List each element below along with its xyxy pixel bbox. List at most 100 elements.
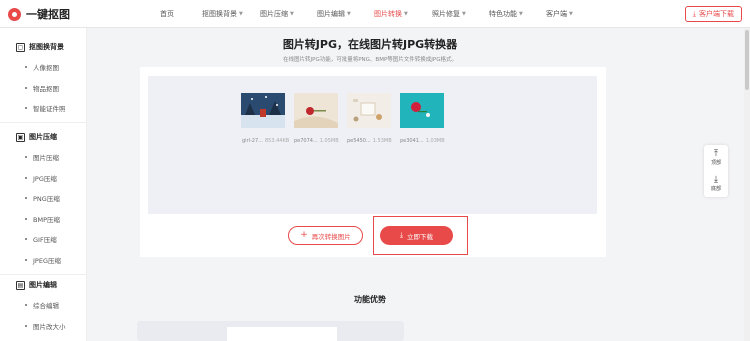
sidebar-item[interactable]: 图片压缩: [0, 147, 86, 168]
sidebar-item[interactable]: BMP压缩: [0, 209, 86, 230]
thumbnail-winter-scene[interactable]: [241, 93, 285, 128]
download-now-button[interactable]: ⤓ 立即下载: [380, 226, 453, 245]
file-name: pe7074...: [294, 138, 318, 144]
file-caption: pe3041... 1.03MB: [400, 138, 445, 144]
arrow-down-to-line-icon: ⤓: [714, 175, 718, 185]
float-toolbar: ⤒ 顶部 ⤓ 底部: [704, 145, 728, 197]
group-title-text: 图片编辑: [29, 281, 57, 289]
download-now-label: 立即下载: [407, 232, 434, 241]
file-size: 853.44KB: [264, 138, 290, 144]
page-subtitle: 在线图片转JPG功能，可批量将PNG、BMP等图片文件转换成JPG格式。: [283, 57, 457, 63]
file-name: girl-27...: [242, 138, 263, 144]
top-nav-bar: 一键抠图 首页 抠图换背景 ▼ 图片压缩 ▼ 图片编辑 ▼ 图片转换 ▼ 照片修复 ▼ 特…: [0, 0, 750, 28]
top-label: 顶部: [710, 160, 721, 166]
nav-item-special[interactable]: 特色功能 ▼: [477, 0, 534, 28]
sidebar-item-label: 智能证件照: [33, 105, 66, 114]
sidebar-item-label: JPG压缩: [33, 174, 57, 183]
download-client-button[interactable]: ⤓ 客户端下载: [684, 6, 742, 22]
sidebar-item[interactable]: 人像抠图: [0, 57, 86, 78]
nav-item-convert[interactable]: 图片转换 ▼: [362, 0, 420, 28]
sidebar-item-label: PNG压缩: [33, 195, 60, 204]
site-logo[interactable]: 一键抠图: [8, 6, 70, 22]
bullet: [25, 217, 27, 220]
sidebar-item-label: GIF压缩: [33, 236, 57, 245]
edit-icon: ▤: [16, 280, 25, 290]
bullet: [25, 258, 27, 261]
nav-item-cutout[interactable]: 抠图换背景 ▼: [190, 0, 248, 28]
thumbnail-flower-on-teal[interactable]: [400, 93, 444, 128]
sidebar-item[interactable]: PNG压缩: [0, 188, 86, 209]
file-caption: pe7074... 1.05MB: [294, 138, 339, 144]
sidebar-group-title[interactable]: ▢ 抠图换背景: [0, 37, 86, 57]
download-icon: ⤓: [692, 10, 696, 18]
sidebar-group-title[interactable]: ▤ 图片编辑: [0, 275, 86, 295]
sidebar-item-label: 综合编辑: [33, 302, 59, 311]
to-bottom-button[interactable]: ⤓ 底部: [704, 172, 728, 196]
back-to-top-button[interactable]: ⤒ 顶部: [704, 146, 728, 170]
section-title-features: 功能优势: [354, 295, 386, 304]
logo-text: 一键抠图: [26, 8, 70, 21]
bullet: [25, 86, 27, 89]
feature-preview-image: [137, 321, 404, 341]
bullet: [25, 197, 27, 200]
nav-label: 客户端: [546, 10, 567, 18]
sidebar-item[interactable]: GIF压缩: [0, 229, 86, 250]
sidebar-item[interactable]: JPG压缩: [0, 168, 86, 189]
bullet: [25, 66, 27, 69]
nav-item-client[interactable]: 客户端 ▼: [534, 0, 589, 28]
thumbnail-rose-on-cream[interactable]: [294, 93, 338, 128]
sidebar-group-title[interactable]: ▣ 图片压缩: [0, 127, 86, 147]
sidebar-group-cutout: ▢ 抠图换背景 人像抠图 物品抠图 智能证件照: [0, 37, 86, 119]
file-size: 1.03MB: [425, 138, 445, 144]
sidebar-item[interactable]: 综合编辑: [0, 295, 86, 316]
nav-label: 首页: [160, 10, 174, 18]
thumbnail-gift-flatlay[interactable]: [347, 93, 391, 128]
sidebar-item-label: JPEG压缩: [33, 256, 61, 265]
nav-label: 抠图换背景: [202, 10, 237, 18]
file-caption: pe5450... 1.53MB: [347, 138, 392, 144]
sidebar-group-compress: ▣ 图片压缩 图片压缩 JPG压缩 PNG压缩 BMP压缩 GIF压缩 JPEG压…: [0, 127, 86, 271]
sidebar-item[interactable]: 智能证件照: [0, 98, 86, 119]
nav-label: 照片修复: [432, 10, 460, 18]
sidebar-item[interactable]: JPEG压缩: [0, 250, 86, 271]
bullet: [25, 156, 27, 159]
nav-label: 图片转换: [374, 10, 402, 18]
divider: [0, 122, 86, 123]
arrow-up-to-line-icon: ⤒: [714, 149, 718, 159]
sidebar-item-label: 人像抠图: [33, 64, 59, 73]
sidebar-item[interactable]: 物品抠图: [0, 78, 86, 99]
nav-item-restore[interactable]: 照片修复 ▼: [420, 0, 477, 28]
download-icon: ⤓: [399, 231, 404, 239]
scrollbar-thumb[interactable]: [745, 30, 749, 90]
sidebar-item-label: 物品抠图: [33, 84, 59, 93]
main-nav: 首页 抠图换背景 ▼ 图片压缩 ▼ 图片编辑 ▼ 图片转换 ▼ 照片修复 ▼ 特色功能 ▼ …: [148, 0, 589, 28]
bottom-label: 底部: [710, 186, 721, 192]
chevron-down-icon: ▼: [404, 11, 408, 17]
bullet: [25, 107, 27, 110]
convert-again-button[interactable]: + 再次转换图片: [288, 226, 363, 245]
sidebar-item[interactable]: 图片改大小: [0, 316, 86, 337]
sidebar-group-edit: ▤ 图片编辑 综合编辑 图片改大小: [0, 275, 86, 337]
sidebar-item-label: BMP压缩: [33, 215, 60, 224]
file-name: pe5450...: [347, 138, 371, 144]
sidebar-item-label: 图片改大小: [33, 322, 66, 331]
nav-label: 图片编辑: [317, 10, 345, 18]
chevron-down-icon: ▼: [519, 11, 523, 17]
group-title-text: 抠图换背景: [29, 43, 64, 51]
file-size: 1.05MB: [319, 138, 339, 144]
file-size: 1.53MB: [372, 138, 392, 144]
bullet: [25, 324, 27, 327]
chevron-down-icon: ▼: [462, 11, 466, 17]
nav-label: 图片压缩: [260, 10, 288, 18]
nav-item-home[interactable]: 首页: [148, 0, 190, 28]
sidebar-item-label: 图片压缩: [33, 154, 59, 163]
nav-item-compress[interactable]: 图片压缩 ▼: [248, 0, 305, 28]
cutout-icon: ▢: [16, 42, 25, 52]
chevron-down-icon: ▼: [569, 11, 573, 17]
chevron-down-icon: ▼: [239, 11, 243, 17]
convert-again-label: 再次转换图片: [311, 232, 351, 241]
group-title-text: 图片压缩: [29, 133, 57, 141]
nav-item-edit[interactable]: 图片编辑 ▼: [305, 0, 362, 28]
bullet: [25, 238, 27, 241]
file-caption: girl-27... 853.44KB: [242, 138, 289, 144]
